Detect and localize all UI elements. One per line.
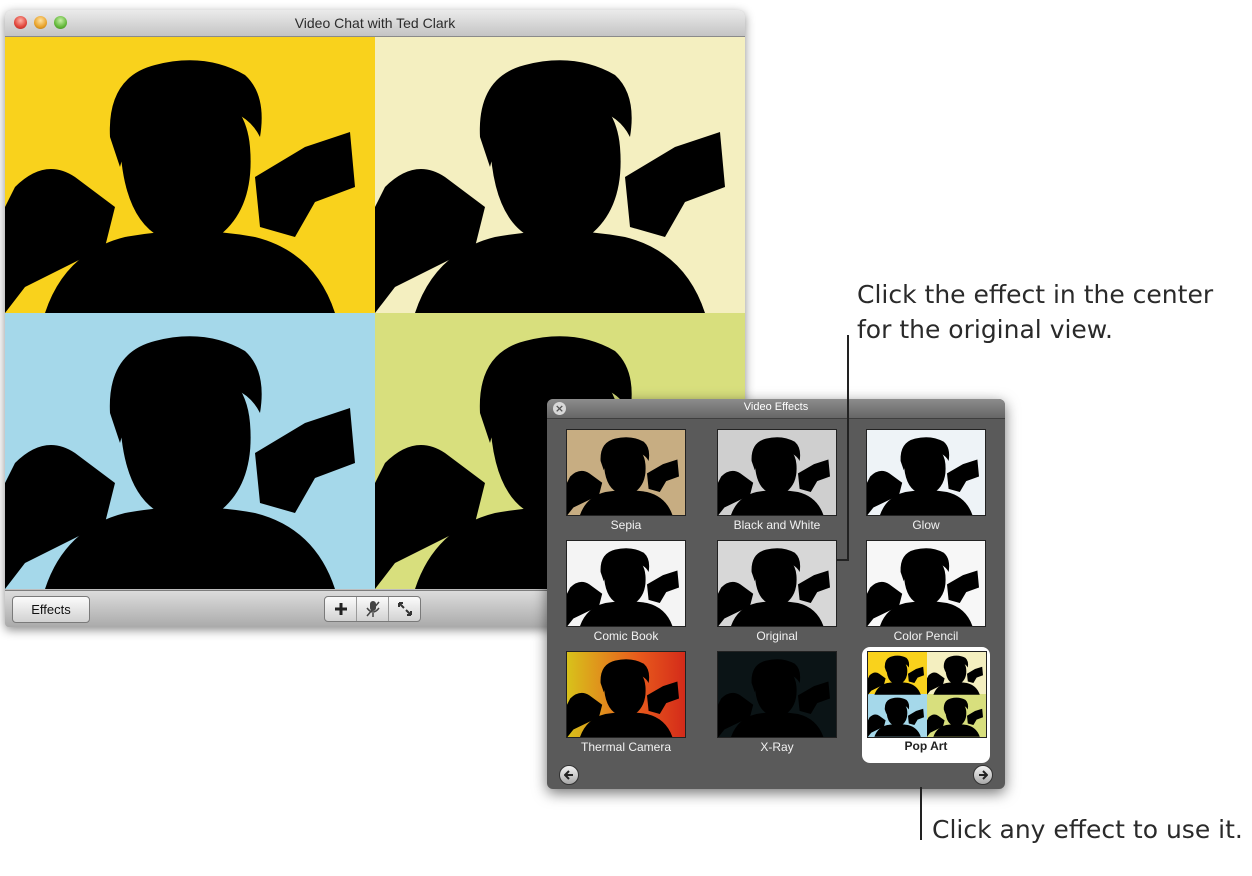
fullscreen-button[interactable] (389, 597, 420, 621)
effects-button[interactable]: Effects (12, 596, 90, 623)
add-icon (334, 603, 347, 615)
arrow-right-icon (979, 770, 988, 780)
effect-glow[interactable]: .s3 .bg-acc{fill:#9cb6cc}.s3 .shirt{fill… (866, 429, 986, 541)
arrow-left-icon (564, 770, 573, 780)
callout-original-effect: Click the effect in the center for the o… (857, 277, 1213, 347)
effect-label: X-Ray (760, 740, 794, 754)
effect-label: Sepia (610, 518, 642, 532)
black-and-white-preview-image: .s2 .bg-acc{fill:#a8a8a8}.s2 .shirt{fill… (718, 437, 830, 515)
effect-pop-art[interactable]: Pop Art (862, 647, 990, 763)
effect-thumbnail: .s2 .bg-acc{fill:#a8a8a8}.s2 .shirt{fill… (717, 429, 837, 516)
leader-tick-original (837, 559, 849, 561)
callout-line-1: Click the effect in the center (857, 280, 1214, 309)
previous-page-button[interactable] (559, 765, 579, 785)
effect-label: Black and White (733, 518, 821, 532)
pop-art-preview-image (868, 652, 986, 737)
callout-any-effect: Click any effect to use it. (932, 815, 1243, 844)
effect-label: Thermal Camera (580, 740, 672, 754)
effect-label: Pop Art (904, 739, 948, 753)
effect-thumbnail: .s4 .bg-acc{fill:#ddd}.s4 .shirt{fill:#1… (566, 540, 686, 627)
person-video-image: .q1 .bg-acc{fill:#7fae8e}.q1 .shirt{fill… (5, 60, 355, 313)
x-ray-preview-image: .s8 .bg-acc{fill:#1f3a40}.s8 .shirt{fill… (718, 659, 830, 737)
effect-thermal-camera[interactable]: .s7 .bg-acc{fill:#9fd432}.s7 .shirt{fill… (566, 651, 686, 763)
video-effects-panel: × Video Effects .s1 .bg-acc{fill:#a98e64… (547, 399, 1005, 789)
effect-label: Original (756, 629, 798, 643)
effect-thumbnail: .s5 .bg-acc{fill:#bbb}.s5 .shirt{fill:#4… (717, 540, 837, 627)
effect-x-ray[interactable]: .s8 .bg-acc{fill:#1f3a40}.s8 .shirt{fill… (717, 651, 837, 763)
effect-black-and-white[interactable]: .s2 .bg-acc{fill:#a8a8a8}.s2 .shirt{fill… (717, 429, 837, 541)
leader-line-original (847, 335, 849, 560)
effect-sepia[interactable]: .s1 .bg-acc{fill:#a98e64}.s1 .shirt{fill… (566, 429, 686, 541)
sepia-preview-image: .s1 .bg-acc{fill:#a98e64}.s1 .shirt{fill… (567, 437, 679, 515)
panel-title: Video Effects (743, 401, 809, 413)
person-video-image: .q2 .bg-acc{fill:#d4b1d6}.q2 .shirt{fill… (375, 60, 725, 313)
pop-art-quadrant-blue: .q3 .bg-acc{fill:#e76c6c}.q3 .shirt{fill… (5, 313, 375, 589)
microphone-mute-icon (365, 601, 380, 617)
call-controls (324, 596, 421, 622)
effect-comic-book[interactable]: .s4 .bg-acc{fill:#ddd}.s4 .shirt{fill:#1… (566, 540, 686, 652)
person-video-image: .q3 .bg-acc{fill:#e76c6c}.q3 .shirt{fill… (5, 336, 355, 589)
pop-art-quadrant-yellow: .q1 .bg-acc{fill:#7fae8e}.q1 .shirt{fill… (5, 37, 375, 313)
effect-thumbnail: .s6 .bg-acc{fill:#e5e5e5}.s6 .shirt{fill… (866, 540, 986, 627)
effect-label: Color Pencil (893, 629, 959, 643)
effect-color-pencil[interactable]: .s6 .bg-acc{fill:#e5e5e5}.s6 .shirt{fill… (866, 540, 986, 652)
fullscreen-icon (397, 602, 412, 616)
effect-label: Glow (912, 518, 940, 532)
effect-thumbnail: .s1 .bg-acc{fill:#a98e64}.s1 .shirt{fill… (566, 429, 686, 516)
title-bar: Video Chat with Ted Clark (5, 10, 745, 37)
effect-thumbnail: .s8 .bg-acc{fill:#1f3a40}.s8 .shirt{fill… (717, 651, 837, 738)
leader-line-any (920, 787, 922, 840)
color-pencil-preview-image: .s6 .bg-acc{fill:#e5e5e5}.s6 .shirt{fill… (867, 548, 979, 626)
effect-thumbnail (867, 651, 987, 738)
callout-line-2: for the original view. (857, 315, 1113, 344)
effect-thumbnail: .s3 .bg-acc{fill:#9cb6cc}.s3 .shirt{fill… (866, 429, 986, 516)
glow-preview-image: .s3 .bg-acc{fill:#9cb6cc}.s3 .shirt{fill… (867, 437, 979, 515)
pop-art-quadrant-cream: .q2 .bg-acc{fill:#d4b1d6}.q2 .shirt{fill… (375, 37, 745, 313)
effect-thumbnail: .s7 .bg-acc{fill:#9fd432}.s7 .shirt{fill… (566, 651, 686, 738)
panel-title-bar: × Video Effects (547, 399, 1005, 419)
window-title: Video Chat with Ted Clark (294, 15, 456, 31)
original-preview-image: .s5 .bg-acc{fill:#bbb}.s5 .shirt{fill:#4… (718, 548, 830, 626)
effect-original[interactable]: .s5 .bg-acc{fill:#bbb}.s5 .shirt{fill:#4… (717, 540, 837, 652)
effect-label: Comic Book (593, 629, 659, 643)
mute-button[interactable] (357, 597, 389, 621)
next-page-button[interactable] (973, 765, 993, 785)
add-participant-button[interactable] (325, 597, 357, 621)
thermal-camera-preview-image: .s7 .bg-acc{fill:#9fd432}.s7 .shirt{fill… (567, 659, 679, 737)
comic-book-preview-image: .s4 .bg-acc{fill:#ddd}.s4 .shirt{fill:#1… (567, 548, 679, 626)
